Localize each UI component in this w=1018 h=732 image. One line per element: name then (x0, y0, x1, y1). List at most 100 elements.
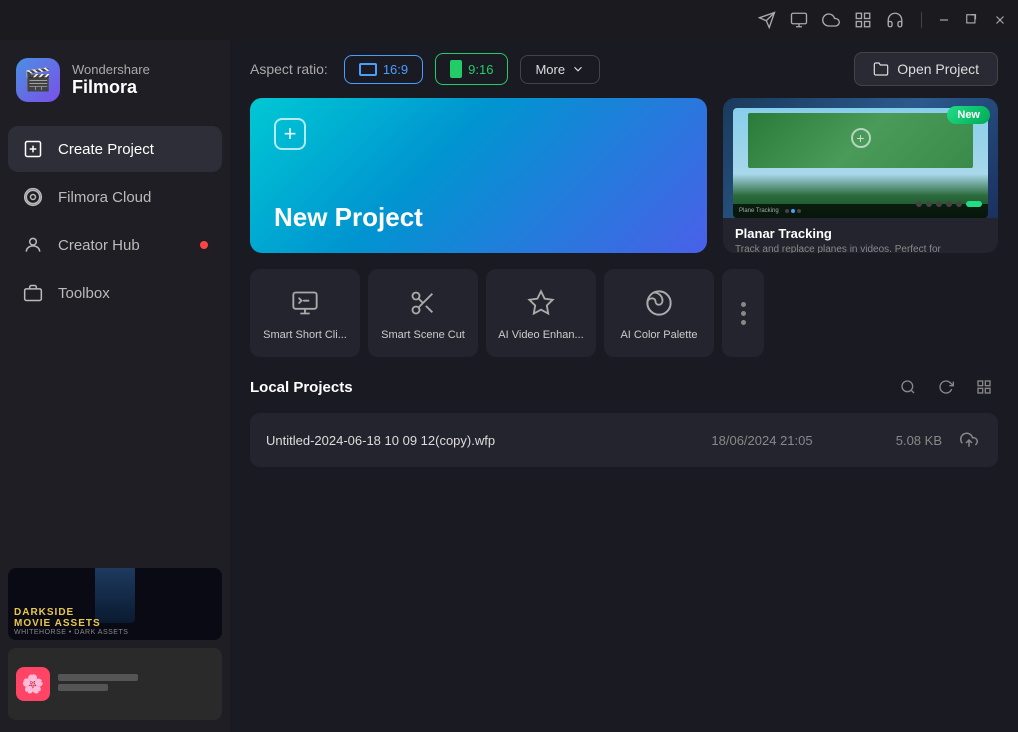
create-project-icon (22, 138, 44, 160)
tracking-dot-2 (791, 209, 795, 213)
thumbnail-darkside[interactable]: DARKSIDEMOVIE ASSETS WHITEHORSE • DARK A… (8, 568, 222, 640)
feature-card-title: Planar Tracking (735, 226, 986, 241)
grid-icon[interactable] (853, 10, 873, 30)
tool-label: AI Color Palette (620, 329, 697, 341)
billboard-plus-icon: + (851, 128, 871, 148)
feature-card-description: Track and replace planes in videos. Perf… (735, 243, 986, 253)
sidebar-item-label: Toolbox (58, 285, 110, 302)
cloud-icon[interactable] (821, 10, 841, 30)
send-icon[interactable] (757, 10, 777, 30)
carousel-dot-6[interactable] (966, 201, 982, 207)
tracking-dots (785, 209, 801, 213)
upload-icon[interactable] (956, 427, 982, 453)
tool-ai-color-palette[interactable]: AI Color Palette (604, 269, 714, 357)
sidebar-item-label: Filmora Cloud (58, 189, 151, 206)
smart-short-clip-icon (287, 285, 323, 321)
thumbnail-subtitle: WHITEHORSE • DARK ASSETS (14, 629, 216, 636)
project-filename: Untitled-2024-06-18 10 09 12(copy).wfp (266, 433, 682, 448)
section-actions (894, 373, 998, 401)
project-action (942, 427, 982, 453)
aspect-ratio-16-9-label: 16:9 (383, 62, 408, 77)
feature-card-info: Planar Tracking Track and replace planes… (723, 218, 998, 253)
tool-smart-scene-cut[interactable]: Smart Scene Cut (368, 269, 478, 357)
thumbnail-text-area (58, 674, 214, 694)
aspect-ratio-16-9-button[interactable]: 16:9 (344, 55, 423, 84)
minimize-button[interactable] (934, 10, 954, 30)
carousel-dot-5[interactable] (956, 201, 962, 207)
monitor-icon[interactable] (789, 10, 809, 30)
content-area: Aspect ratio: 16:9 9:16 More Open Projec… (230, 40, 1018, 732)
thumbnail-text-line-2 (58, 684, 108, 691)
tracking-label: Plane Tracking (739, 208, 779, 214)
logo-brand: Wondershare (72, 62, 150, 77)
sidebar-item-filmora-cloud[interactable]: Filmora Cloud (8, 174, 222, 220)
title-bar (0, 0, 1018, 40)
ai-color-palette-icon (641, 285, 677, 321)
tracking-dot-3 (797, 209, 801, 213)
close-button[interactable] (990, 10, 1010, 30)
aspect-icon-16-9 (359, 63, 377, 76)
feature-card[interactable]: + Plane Tracking (723, 98, 998, 253)
aspect-icon-9-16 (450, 60, 462, 78)
toolbox-icon (22, 282, 44, 304)
open-project-button[interactable]: Open Project (854, 52, 998, 86)
sidebar-nav: Create Project Filmora Cloud Creator Hub (0, 126, 230, 316)
grid-view-button[interactable] (970, 373, 998, 401)
sidebar: 🎬 Wondershare Filmora Create Project (0, 40, 230, 732)
thumbnail-label: DARKSIDEMOVIE ASSETS WHITEHORSE • DARK A… (14, 607, 216, 636)
new-badge: New (947, 106, 990, 124)
carousel-dot-4[interactable] (946, 201, 952, 207)
thumbnail-text-line-1 (58, 674, 138, 681)
window-controls (934, 10, 1010, 30)
chevron-down-icon (571, 62, 585, 76)
logo-text: Wondershare Filmora (72, 62, 150, 98)
creator-hub-icon (22, 234, 44, 256)
logo-name: Filmora (72, 77, 150, 98)
toolbar: Aspect ratio: 16:9 9:16 More Open Projec… (230, 40, 1018, 98)
carousel-dots (916, 201, 982, 207)
sidebar-item-creator-hub[interactable]: Creator Hub (8, 222, 222, 268)
tools-row: Smart Short Cli... Smart Scene Cut (230, 269, 1018, 373)
local-projects-title: Local Projects (250, 379, 353, 396)
more-button[interactable]: More (520, 55, 600, 84)
tool-ai-video-enhance[interactable]: AI Video Enhan... (486, 269, 596, 357)
section-header: Local Projects (250, 373, 998, 401)
tool-label: Smart Short Cli... (263, 329, 347, 341)
refresh-button[interactable] (932, 373, 960, 401)
projects-area: + New Project + Plane Tracking (230, 98, 1018, 269)
aspect-ratio-label: Aspect ratio: (250, 61, 328, 77)
tools-more-button[interactable] (722, 269, 764, 357)
aspect-ratio-9-16-button[interactable]: 9:16 (435, 53, 508, 85)
smart-scene-cut-icon (405, 285, 441, 321)
project-row[interactable]: Untitled-2024-06-18 10 09 12(copy).wfp 1… (250, 413, 998, 467)
carousel-dot-3[interactable] (936, 201, 942, 207)
maximize-button[interactable] (962, 10, 982, 30)
search-button[interactable] (894, 373, 922, 401)
new-project-plus-icon: + (274, 118, 306, 150)
notification-dot (200, 241, 208, 249)
ai-video-enhance-icon (523, 285, 559, 321)
sidebar-item-create-project[interactable]: Create Project (8, 126, 222, 172)
tracking-dot-1 (785, 209, 789, 213)
thumbnail-title: DARKSIDEMOVIE ASSETS (14, 607, 216, 629)
local-projects: Local Projects (230, 373, 1018, 732)
more-dots-icon (741, 302, 746, 325)
new-project-label: New Project (274, 202, 683, 233)
aspect-ratio-9-16-label: 9:16 (468, 62, 493, 77)
sidebar-logo: 🎬 Wondershare Filmora (0, 40, 230, 126)
projects-table: Untitled-2024-06-18 10 09 12(copy).wfp 1… (250, 413, 998, 467)
headset-icon[interactable] (885, 10, 905, 30)
thumbnail-second-icon: 🌸 (16, 667, 50, 701)
billboard-rect: + (748, 113, 973, 168)
sidebar-item-toolbox[interactable]: Toolbox (8, 270, 222, 316)
sidebar-item-label: Create Project (58, 141, 154, 158)
thumbnail-second[interactable]: 🌸 (8, 648, 222, 720)
sidebar-thumbnails: DARKSIDEMOVIE ASSETS WHITEHORSE • DARK A… (0, 556, 230, 732)
tool-smart-short-clip[interactable]: Smart Short Cli... (250, 269, 360, 357)
carousel-dot-1[interactable] (916, 201, 922, 207)
carousel-dot-2[interactable] (926, 201, 932, 207)
app-logo-icon: 🎬 (16, 58, 60, 102)
filmora-cloud-icon (22, 186, 44, 208)
project-date: 18/06/2024 21:05 (682, 433, 842, 448)
new-project-card[interactable]: + New Project (250, 98, 707, 253)
